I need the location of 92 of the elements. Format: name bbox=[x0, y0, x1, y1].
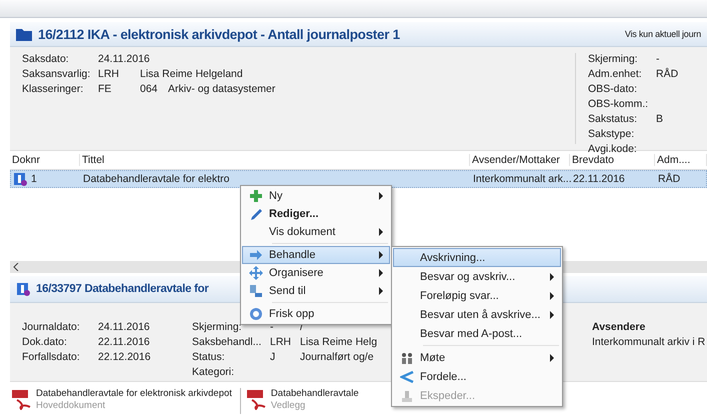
field-label: Klasseringer: bbox=[22, 83, 84, 96]
scroll-left-icon bbox=[13, 263, 19, 271]
submenu-arrow-icon bbox=[549, 354, 555, 362]
table-cell: 1 bbox=[31, 173, 37, 185]
attachment-title[interactable]: Databehandleravtale for elektronisk arkivdepot bbox=[36, 388, 232, 400]
field-value: 24.11.2016 bbox=[98, 53, 151, 66]
field-value: Arkiv- og datasystemer bbox=[168, 83, 276, 96]
column-header[interactable]: Doknr bbox=[10, 154, 80, 166]
field-value: B bbox=[656, 113, 664, 126]
share-icon bbox=[400, 370, 414, 384]
field-value: LRH bbox=[270, 336, 292, 349]
field-label: Saksansvarlig: bbox=[22, 68, 92, 81]
filter-link[interactable]: Vis kun aktuell journ bbox=[624, 29, 701, 39]
menu-item[interactable]: Møte bbox=[393, 348, 561, 367]
move-icon bbox=[249, 266, 263, 280]
table-cell: Interkommunalt ark... bbox=[473, 173, 572, 185]
document-icon bbox=[13, 172, 27, 186]
field-label: OBS-komm.: bbox=[588, 98, 650, 111]
document-icon bbox=[16, 282, 30, 296]
plus-icon bbox=[249, 189, 263, 203]
menu-item[interactable]: Behandle bbox=[242, 246, 390, 264]
column-header[interactable]: Brevdato bbox=[570, 154, 655, 166]
submenu-arrow-icon bbox=[549, 310, 555, 318]
column-header[interactable]: Avsender/Mottaker bbox=[470, 154, 570, 166]
attachment-title[interactable]: Databehandleravtale bbox=[270, 388, 359, 400]
field-value: 064 bbox=[140, 83, 159, 96]
menu-item[interactable]: Rediger... bbox=[242, 205, 390, 223]
submenu-arrow-icon bbox=[549, 272, 555, 280]
field-label: Dok.dato: bbox=[22, 336, 68, 349]
column-header[interactable]: Adm.... bbox=[655, 154, 707, 166]
field-value: 24.11.2016 bbox=[98, 321, 151, 334]
menu-item[interactable]: Fordele... bbox=[393, 367, 561, 386]
field-label: Avgi.kode: bbox=[588, 143, 638, 155]
submenu-arrow-icon bbox=[378, 269, 384, 277]
senders-heading: Avsendere bbox=[592, 321, 646, 334]
field-label: Saksdato: bbox=[22, 53, 70, 66]
field-value: - bbox=[270, 321, 274, 334]
field-value: LRH bbox=[98, 68, 120, 81]
menu-item[interactable]: Besvar med A-post... bbox=[393, 324, 561, 343]
field-label: Skjerming: bbox=[192, 321, 243, 334]
field-value: 22.11.2016 bbox=[98, 336, 151, 349]
folder-icon bbox=[16, 27, 32, 41]
menu-item[interactable]: Besvar og avskriv... bbox=[393, 267, 561, 286]
field-value: FE bbox=[98, 83, 112, 96]
field-label: Journaldato: bbox=[22, 321, 81, 334]
field-label: Sakstype: bbox=[588, 128, 636, 141]
table-row[interactable]: 1 Databehandleravtale for elektro Interkommunalt ark...22.11.2016 RÅD bbox=[10, 170, 707, 188]
field-label: Saksbehandl... bbox=[192, 336, 262, 349]
field-label: Kategori: bbox=[192, 366, 236, 379]
table-cell: RÅD bbox=[658, 173, 680, 185]
menu-item[interactable]: Avskrivning... bbox=[393, 248, 561, 267]
journal-title: 16/33797 Databehandleravtale for bbox=[36, 283, 209, 295]
case-title: 16/2112 IKA - elektronisk arkivdepot - Antall journalposter 1 bbox=[38, 26, 400, 42]
field-value: J bbox=[270, 351, 276, 364]
menu-item[interactable]: Vis dokument bbox=[242, 223, 390, 241]
column-header[interactable]: Tittel bbox=[80, 154, 470, 166]
field-label: Sakstatus: bbox=[588, 113, 638, 126]
people-icon bbox=[400, 350, 414, 364]
field-label: Adm.enhet: bbox=[588, 68, 643, 81]
stamp-icon bbox=[400, 388, 414, 402]
arrow-icon bbox=[249, 248, 263, 262]
submenu-arrow-icon bbox=[378, 228, 384, 236]
submenu-arrow-icon bbox=[549, 292, 555, 300]
menu-item[interactable]: Organisere bbox=[242, 264, 390, 282]
attachment-type: Vedlegg bbox=[270, 400, 306, 412]
field-value: - bbox=[656, 53, 660, 66]
table-cell: 22.11.2016 bbox=[573, 173, 625, 185]
pdf-icon bbox=[12, 388, 32, 410]
menu-item[interactable]: Frisk opp bbox=[242, 305, 390, 323]
refresh-icon bbox=[249, 307, 263, 321]
submenu-arrow-icon bbox=[378, 287, 384, 295]
table-cell: Databehandleravtale for elektro bbox=[83, 173, 230, 185]
field-label: Status: bbox=[192, 351, 226, 364]
field-value: Lisa Reime Helgeland bbox=[140, 68, 244, 81]
sender-name: Interkommunalt arkiv i R bbox=[592, 336, 706, 349]
field-value: Journalført og/e bbox=[300, 351, 374, 364]
send-icon bbox=[249, 284, 263, 298]
field-value: RÅD bbox=[656, 68, 680, 81]
field-label: Skjerming: bbox=[588, 53, 639, 66]
field-value: Lisa Reime Helg bbox=[300, 336, 378, 349]
field-value: 22.12.2016 bbox=[98, 351, 152, 364]
field-label: OBS-dato: bbox=[588, 83, 638, 96]
submenu-arrow-icon bbox=[378, 251, 384, 259]
pdf-icon bbox=[246, 388, 267, 410]
menu-item[interactable]: Ny bbox=[242, 187, 390, 205]
field-label: Forfallsdato: bbox=[22, 351, 81, 364]
attachment-type: Hoveddokument bbox=[36, 400, 106, 412]
menu-item[interactable]: Foreløpig svar... bbox=[393, 286, 561, 305]
menu-item[interactable]: Send til bbox=[242, 282, 390, 300]
menu-item[interactable]: Besvar uten å avskrive... bbox=[393, 305, 561, 324]
submenu-arrow-icon bbox=[378, 192, 384, 200]
pencil-icon bbox=[249, 207, 263, 221]
